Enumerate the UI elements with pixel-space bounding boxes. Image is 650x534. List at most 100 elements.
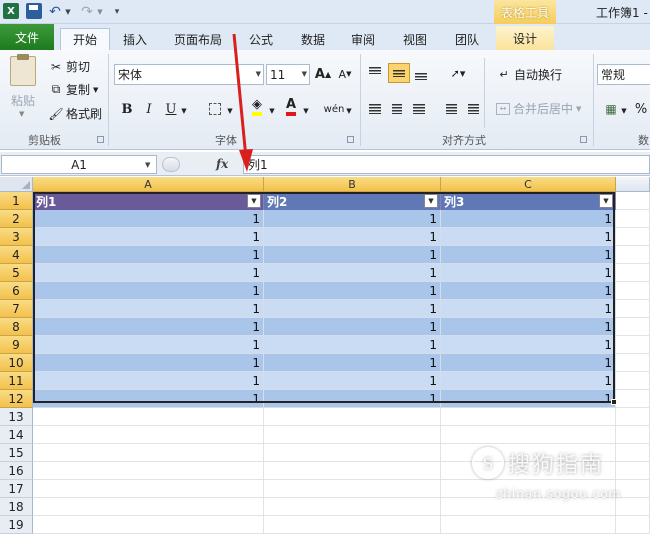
empty-cell[interactable] xyxy=(33,516,264,534)
empty-cell[interactable] xyxy=(441,516,616,534)
save-icon[interactable] xyxy=(26,3,42,19)
empty-cell[interactable] xyxy=(264,516,441,534)
empty-cell[interactable] xyxy=(264,426,441,444)
empty-cell[interactable] xyxy=(264,462,441,480)
empty-cell[interactable] xyxy=(616,390,650,408)
table-cell[interactable]: 1 xyxy=(33,210,264,228)
table-cell[interactable]: 1 xyxy=(441,264,616,282)
empty-cell[interactable] xyxy=(616,300,650,318)
tab-team[interactable]: 团队 xyxy=(446,28,488,50)
fill-color-dropdown-icon[interactable]: ▼ xyxy=(268,102,276,120)
empty-cell[interactable] xyxy=(441,426,616,444)
row-header[interactable]: 14 xyxy=(0,426,33,444)
table-header-cell[interactable]: 列3 ▼ xyxy=(441,192,616,210)
name-box-dropdown-icon[interactable]: ▼ xyxy=(145,161,150,169)
filter-dropdown-icon[interactable]: ▼ xyxy=(247,194,261,208)
row-header[interactable]: 17 xyxy=(0,480,33,498)
table-cell[interactable]: 1 xyxy=(441,354,616,372)
row-header[interactable]: 7 xyxy=(0,300,33,318)
align-right-button[interactable] xyxy=(410,100,428,118)
percent-button[interactable]: % xyxy=(632,100,650,118)
redo-dropdown-icon[interactable]: ▼ xyxy=(96,3,104,21)
empty-cell[interactable] xyxy=(616,246,650,264)
formula-input[interactable]: 列1 xyxy=(243,155,650,174)
table-header-cell[interactable]: 列1 ▼ xyxy=(33,192,264,210)
format-painter-button[interactable]: 🖌 格式刷 xyxy=(48,105,102,122)
table-cell[interactable]: 1 xyxy=(33,318,264,336)
table-cell[interactable]: 1 xyxy=(33,372,264,390)
column-header-a[interactable]: A xyxy=(33,177,264,192)
filter-dropdown-icon[interactable]: ▼ xyxy=(424,194,438,208)
empty-cell[interactable] xyxy=(33,462,264,480)
table-header-cell[interactable]: 列2 ▼ xyxy=(264,192,441,210)
collapse-handle-icon[interactable] xyxy=(162,157,180,172)
table-cell[interactable]: 1 xyxy=(264,228,441,246)
cut-button[interactable]: ✂ 剪切 xyxy=(48,58,90,75)
empty-cell[interactable] xyxy=(616,372,650,390)
table-cell[interactable]: 1 xyxy=(264,318,441,336)
borders-dropdown-icon[interactable]: ▼ xyxy=(226,102,234,120)
table-resize-handle[interactable] xyxy=(611,399,617,405)
decrease-indent-button[interactable] xyxy=(442,100,460,118)
table-cell[interactable]: 1 xyxy=(264,210,441,228)
row-header[interactable]: 15 xyxy=(0,444,33,462)
font-name-dropdown-icon[interactable]: ▼ xyxy=(256,70,261,78)
customize-quick-access-icon[interactable]: ▾ xyxy=(112,3,122,21)
table-cell[interactable]: 1 xyxy=(441,372,616,390)
empty-cell[interactable] xyxy=(616,192,650,210)
row-header[interactable]: 1 xyxy=(0,192,33,210)
table-cell[interactable]: 1 xyxy=(264,372,441,390)
table-cell[interactable]: 1 xyxy=(264,336,441,354)
grow-font-button[interactable]: A ▲ xyxy=(314,65,332,83)
column-header-b[interactable]: B xyxy=(264,177,441,192)
empty-cell[interactable] xyxy=(33,480,264,498)
table-cell[interactable]: 1 xyxy=(33,390,264,408)
empty-cell[interactable] xyxy=(264,480,441,498)
font-size-dropdown-icon[interactable]: ▼ xyxy=(302,70,307,78)
tab-home[interactable]: 开始 xyxy=(60,28,110,50)
table-cell[interactable]: 1 xyxy=(441,300,616,318)
table-cell[interactable]: 1 xyxy=(33,228,264,246)
font-color-button[interactable]: A xyxy=(282,98,300,116)
empty-cell[interactable] xyxy=(616,228,650,246)
table-cell[interactable]: 1 xyxy=(264,246,441,264)
paste-dropdown-icon[interactable]: ▼ xyxy=(19,110,24,118)
empty-cell[interactable] xyxy=(264,444,441,462)
insert-function-icon[interactable]: fx xyxy=(216,157,228,171)
undo-icon[interactable]: ↶ xyxy=(48,3,62,21)
empty-cell[interactable] xyxy=(616,210,650,228)
shrink-font-button[interactable]: A ▼ xyxy=(336,65,354,83)
phonetic-dropdown-icon[interactable]: ▼ xyxy=(345,102,353,120)
undo-dropdown-icon[interactable]: ▼ xyxy=(64,3,72,21)
merge-dropdown-icon[interactable]: ▼ xyxy=(576,105,581,113)
clipboard-launcher-icon[interactable] xyxy=(97,136,104,143)
table-cell[interactable]: 1 xyxy=(33,336,264,354)
italic-button[interactable]: I xyxy=(140,100,158,118)
table-cell[interactable]: 1 xyxy=(33,246,264,264)
table-cell[interactable]: 1 xyxy=(33,300,264,318)
column-header-d[interactable] xyxy=(616,177,650,192)
empty-cell[interactable] xyxy=(264,408,441,426)
empty-cell[interactable] xyxy=(616,318,650,336)
empty-cell[interactable] xyxy=(616,408,650,426)
wrap-text-button[interactable]: ↵ 自动换行 xyxy=(496,66,562,83)
empty-cell[interactable] xyxy=(616,354,650,372)
tab-formulas[interactable]: 公式 xyxy=(240,28,282,50)
table-cell[interactable]: 1 xyxy=(264,282,441,300)
table-cell[interactable]: 1 xyxy=(441,336,616,354)
align-center-button[interactable] xyxy=(388,100,406,118)
bold-button[interactable]: B xyxy=(118,100,136,118)
font-launcher-icon[interactable] xyxy=(347,136,354,143)
paste-icon[interactable] xyxy=(10,54,36,86)
table-cell[interactable]: 1 xyxy=(441,282,616,300)
accounting-dropdown-icon[interactable]: ▼ xyxy=(620,102,628,120)
tab-data[interactable]: 数据 xyxy=(292,28,334,50)
paste-button-label[interactable]: 粘贴 xyxy=(11,92,35,109)
table-cell[interactable]: 1 xyxy=(33,282,264,300)
empty-cell[interactable] xyxy=(616,426,650,444)
table-cell[interactable]: 1 xyxy=(33,354,264,372)
tab-insert[interactable]: 插入 xyxy=(114,28,156,50)
font-color-dropdown-icon[interactable]: ▼ xyxy=(302,102,310,120)
tab-file[interactable]: 文件 xyxy=(0,24,54,50)
empty-cell[interactable] xyxy=(616,336,650,354)
